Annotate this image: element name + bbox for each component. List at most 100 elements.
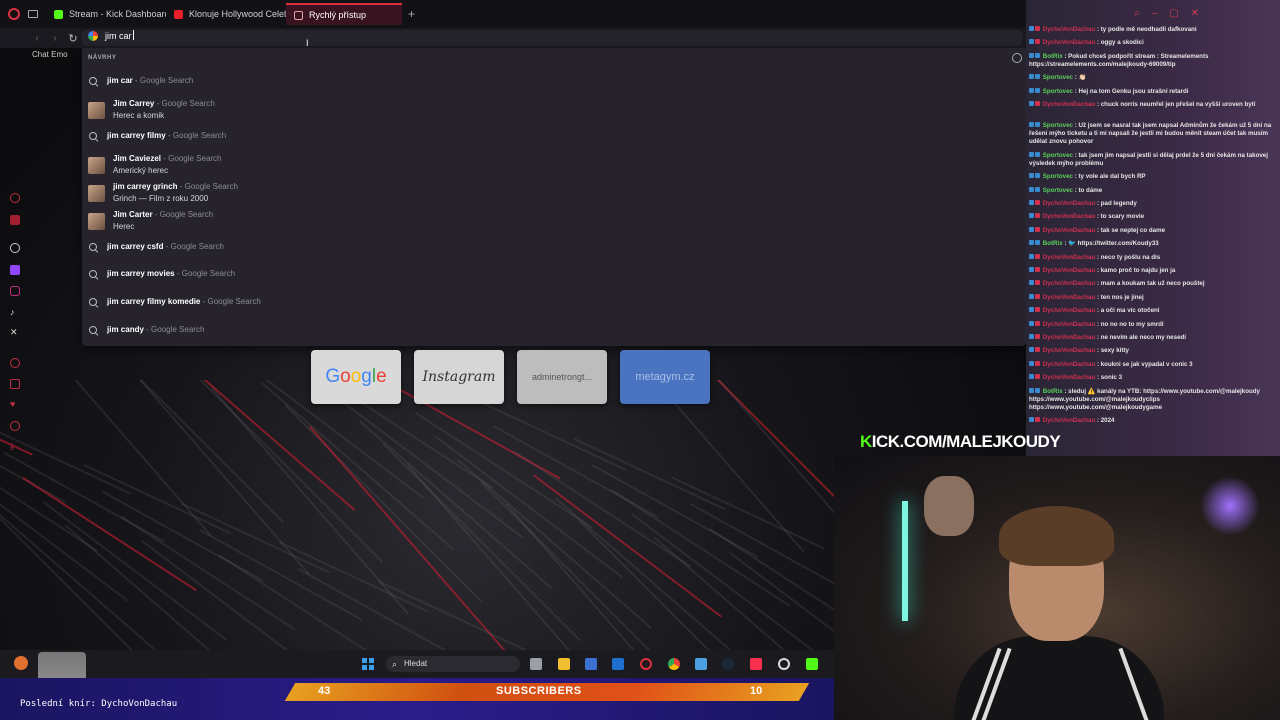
badge-icon <box>1029 240 1034 246</box>
suggestion-text: jim car - Google Search <box>107 75 193 87</box>
x-icon[interactable]: ✕ <box>10 327 20 337</box>
tab-youtube[interactable]: Klonuje Hollywood Celeb <box>166 3 286 25</box>
suggestion-item[interactable]: Jim Carter - Google Search Herec <box>88 209 213 233</box>
speed-dial-metagym[interactable]: metagym.cz <box>620 350 710 404</box>
chat-username[interactable]: Sportovec <box>1041 122 1073 129</box>
chat-username[interactable]: BotRix <box>1041 240 1063 247</box>
suggestion-completion: rey grinch <box>138 182 178 191</box>
chat-username[interactable]: DychoVonDachau <box>1041 39 1096 46</box>
suggestion-completion: ter <box>142 210 153 219</box>
file-explorer-icon[interactable] <box>530 658 542 670</box>
chat-message: DychoVonDachau : sexy kitty <box>1029 347 1279 355</box>
download-icon[interactable]: ⤓ <box>10 441 20 451</box>
chat-username[interactable]: Sportovec <box>1041 187 1073 194</box>
chat-username[interactable]: Sportovec <box>1041 152 1073 159</box>
address-text[interactable]: jim car <box>105 30 134 41</box>
tab-kick-dashboard[interactable]: Stream - Kick Dashboard <box>46 3 166 25</box>
suggestion-item[interactable]: jim car - Google Search <box>88 75 193 87</box>
suggestion-completion: rey <box>142 99 155 108</box>
opera-logo-icon[interactable] <box>8 8 20 20</box>
clock-icon[interactable] <box>10 421 20 431</box>
suggestion-item[interactable]: jim carrey grinch - Google Search Grinch … <box>88 181 238 205</box>
workspaces-icon[interactable] <box>28 10 38 18</box>
speed-dial-google[interactable]: Google <box>311 350 401 404</box>
chat-username[interactable]: DychoVonDachau <box>1041 200 1096 207</box>
weather-icon[interactable] <box>14 656 28 670</box>
start-icon[interactable] <box>362 658 374 670</box>
suggestion-item[interactable]: Jim Carrey - Google Search Herec a komik <box>88 98 215 122</box>
taskbar-search-label: Hledat <box>404 659 428 668</box>
chat-username[interactable]: DychoVonDachau <box>1041 213 1096 220</box>
steam-icon[interactable] <box>722 658 734 670</box>
suggestion-item[interactable]: jim carrey movies - Google Search <box>88 268 235 280</box>
chat-username[interactable]: DychoVonDachau <box>1041 254 1096 261</box>
suggestion-item[interactable]: jim carrey csfd - Google Search <box>88 241 224 253</box>
chat-username[interactable]: DychoVonDachau <box>1041 294 1096 301</box>
tiktok-icon[interactable]: ♪ <box>10 307 20 317</box>
chat-username[interactable]: DychoVonDachau <box>1041 227 1096 234</box>
tab-speed-dial[interactable]: Rychlý přístup <box>286 3 402 25</box>
chat-username[interactable]: Sportovec <box>1041 173 1073 180</box>
emoji-icon[interactable] <box>1012 53 1022 63</box>
instagram-icon[interactable] <box>10 286 20 296</box>
taskbar-search[interactable]: ⌕ Hledat <box>386 656 520 672</box>
chat-username[interactable]: DychoVonDachau <box>1041 307 1096 314</box>
history-icon[interactable] <box>10 358 20 368</box>
heart-icon[interactable]: ♥ <box>10 399 20 409</box>
twitch-icon[interactable] <box>10 265 20 275</box>
chat-username[interactable]: DychoVonDachau <box>1041 374 1096 381</box>
search-icon[interactable]: ⌕ <box>1134 8 1140 19</box>
chat-username[interactable]: DychoVonDachau <box>1041 280 1096 287</box>
aria-icon[interactable] <box>10 193 20 203</box>
bookmark-chat-emo[interactable]: Chat Emo <box>32 50 68 59</box>
kick-icon[interactable] <box>806 658 818 670</box>
address-value: jim car <box>105 31 132 41</box>
suggestion-item[interactable]: jim carrey filmy - Google Search <box>88 130 226 142</box>
chat-username[interactable]: DychoVonDachau <box>1041 26 1096 33</box>
speed-dial-admin[interactable]: adminetrongt... <box>517 350 607 404</box>
badge-icon <box>1035 87 1040 93</box>
chatgpt-icon[interactable] <box>10 243 20 253</box>
suggestion-item[interactable]: jim carrey filmy komedie - Google Search <box>88 296 261 308</box>
address-input[interactable] <box>82 30 1022 46</box>
chat-username[interactable]: Sportovec <box>1041 74 1073 81</box>
suggestion-item[interactable]: jim candy - Google Search <box>88 324 204 336</box>
music-icon[interactable] <box>750 658 762 670</box>
suggestion-source: - Google Search <box>174 269 236 278</box>
badge-icon <box>1035 151 1040 157</box>
forward-icon[interactable]: › <box>46 33 64 44</box>
new-tab-button[interactable]: + <box>402 7 415 21</box>
badge-icon <box>1035 173 1040 179</box>
extensions-icon[interactable] <box>10 379 20 389</box>
suggestion-item[interactable]: Jim Caviezel - Google Search Americký her… <box>88 153 222 177</box>
reload-icon[interactable]: ↻ <box>64 32 82 45</box>
folder-icon[interactable] <box>558 658 570 670</box>
chat-message: DychoVonDachau : no no no to my smrdi <box>1029 320 1279 329</box>
badge-icon <box>1035 334 1040 339</box>
chrome-icon[interactable] <box>668 658 680 670</box>
maximize-icon[interactable]: ▢ <box>1169 8 1178 19</box>
opera-icon[interactable] <box>640 658 652 670</box>
suggestion-match: jim car <box>113 182 139 191</box>
back-icon[interactable]: ‹ <box>28 33 46 44</box>
chat-username[interactable]: DychoVonDachau <box>1041 417 1096 424</box>
chat-username[interactable]: DychoVonDachau <box>1041 267 1096 274</box>
speed-dial-instagram[interactable]: Instagram <box>414 350 504 404</box>
chat-username[interactable]: DychoVonDachau <box>1041 361 1096 368</box>
kick-url: ICK.COM/MALEJKOUDY <box>871 432 1061 451</box>
chat-username[interactable]: DychoVonDachau <box>1041 101 1096 108</box>
chat-username[interactable]: BotRix <box>1041 388 1063 395</box>
chat-username[interactable]: DychoVonDachau <box>1041 321 1096 328</box>
bag-icon[interactable] <box>10 215 20 225</box>
minimize-icon[interactable]: – <box>1152 8 1158 19</box>
chat-username[interactable]: BotRix <box>1041 53 1063 60</box>
outlook-icon[interactable] <box>612 658 624 670</box>
suggestion-completion: rey filmy komedie <box>132 297 201 306</box>
chat-username[interactable]: DychoVonDachau <box>1041 334 1096 341</box>
photos-icon[interactable] <box>695 658 707 670</box>
chat-username[interactable]: Sportovec <box>1041 88 1073 95</box>
settings-icon[interactable] <box>778 658 790 670</box>
chat-username[interactable]: DychoVonDachau <box>1041 347 1096 354</box>
close-icon[interactable]: ✕ <box>1191 8 1199 19</box>
calculator-icon[interactable] <box>585 658 597 670</box>
